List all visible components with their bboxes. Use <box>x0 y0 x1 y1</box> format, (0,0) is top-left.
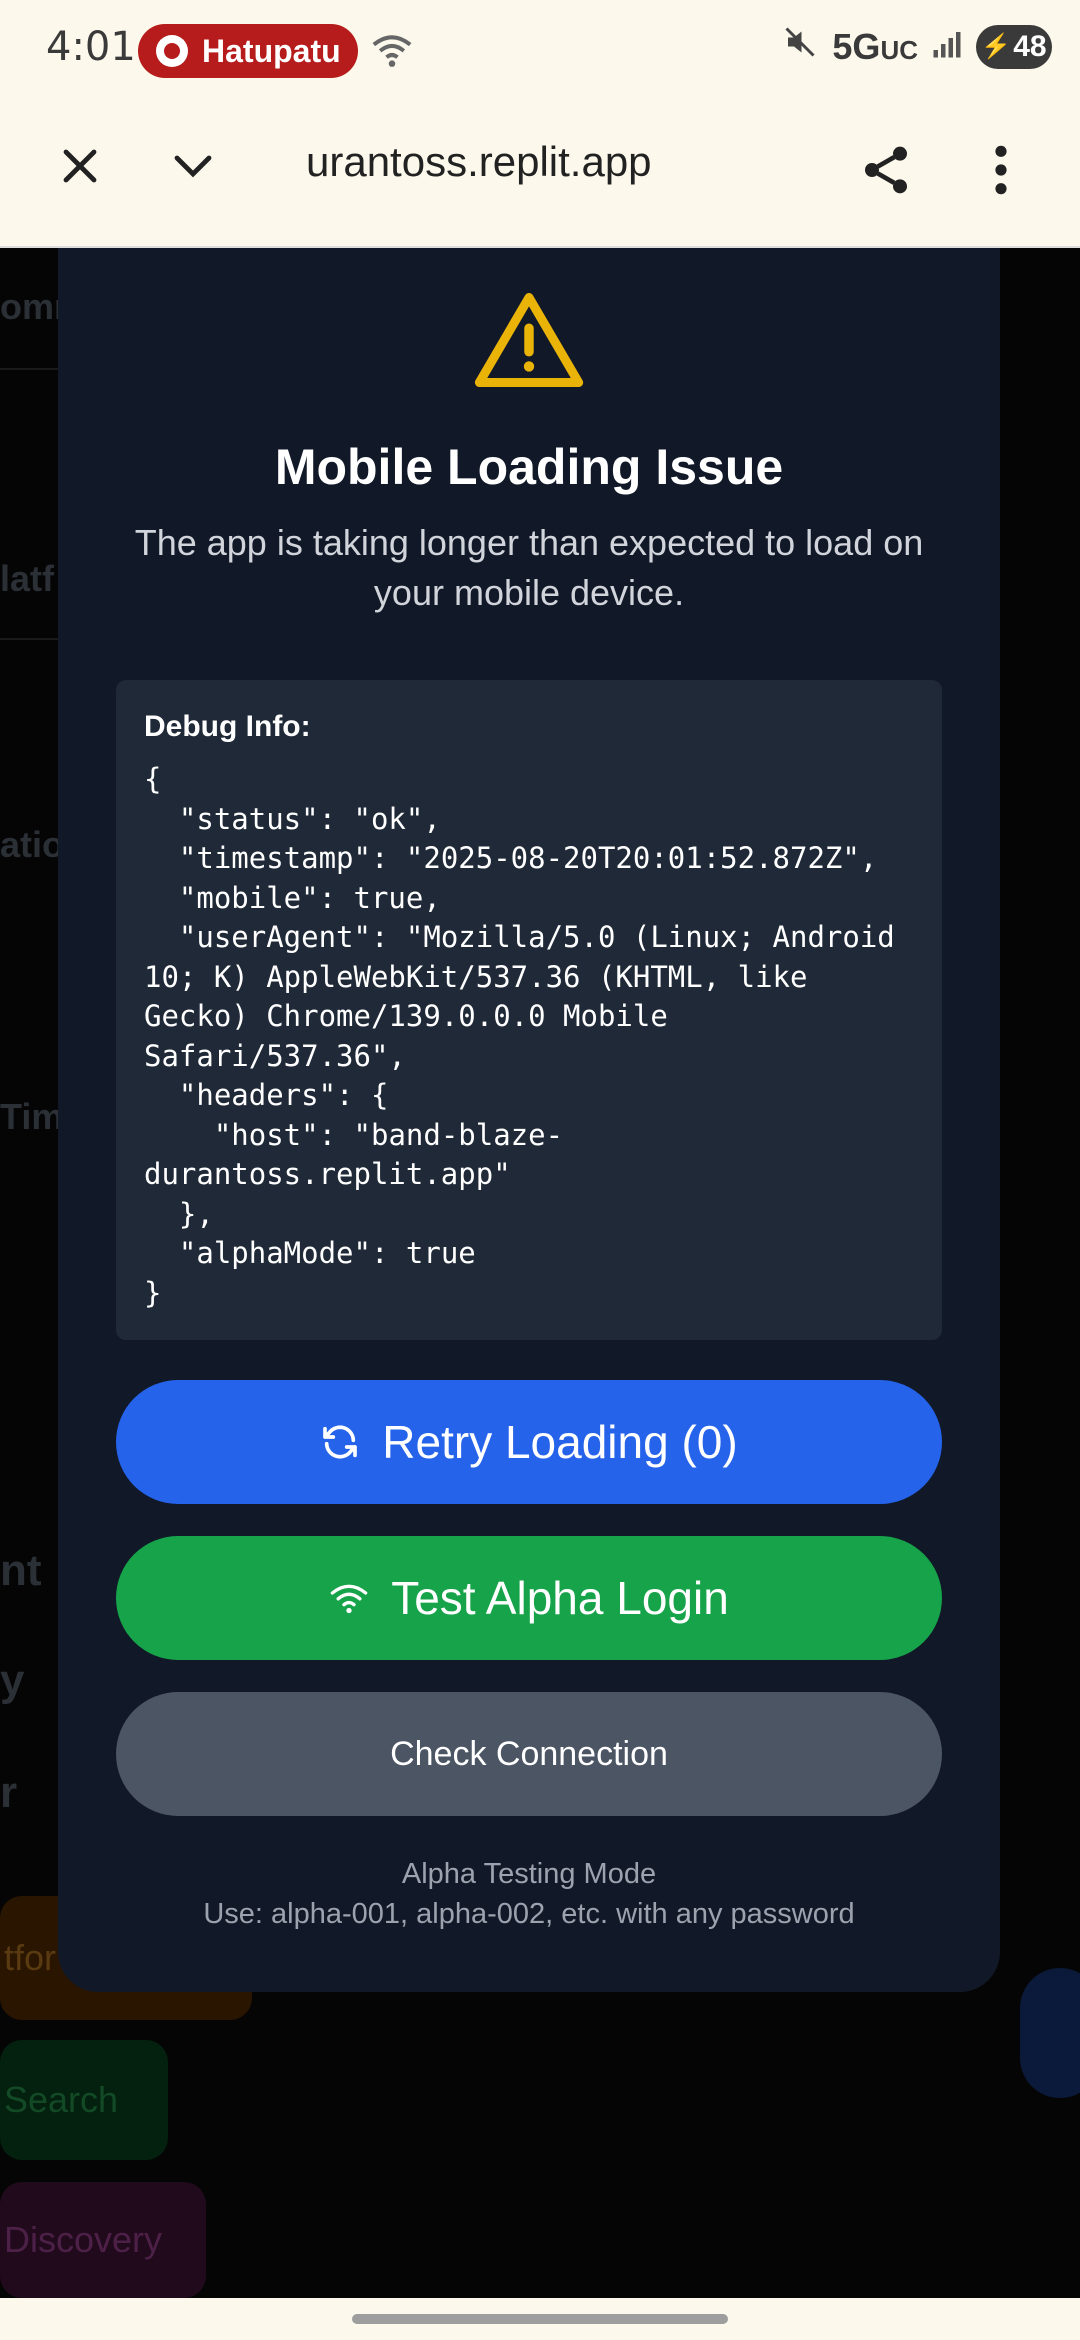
footer-mode-text: Alpha Testing Mode <box>401 1858 657 1890</box>
retry-loading-label: Retry Loading (0) <box>382 1416 738 1468</box>
debug-info-label: Debug Info: <box>144 710 311 743</box>
record-icon <box>156 35 188 67</box>
mute-icon <box>782 24 818 69</box>
check-connection-label: Check Connection <box>390 1734 668 1773</box>
battery-indicator: ⚡ 48 <box>976 24 1052 69</box>
status-bar: 4:01 Hatupatu 5GUC ⚡ 48 <box>0 0 1080 104</box>
debug-info-panel: Debug Info: { "status": "ok", "timestamp… <box>116 680 942 1340</box>
modal-title: Mobile Loading Issue <box>274 439 784 495</box>
loading-issue-modal: Mobile Loading Issue The app is taking l… <box>58 248 1000 1992</box>
clock: 4:01 <box>46 24 136 70</box>
recording-pill-label: Hatupatu <box>202 32 341 69</box>
test-alpha-login-label: Test Alpha Login <box>391 1572 729 1624</box>
wifi-status-icon <box>370 30 414 75</box>
status-right: 5GUC ⚡ 48 <box>782 24 1052 69</box>
url-bar[interactable]: urantoss.replit.app <box>306 138 652 186</box>
recording-pill[interactable]: Hatupatu <box>138 24 358 78</box>
close-icon[interactable] <box>56 142 104 195</box>
alpha-mode-footer: Alpha Testing Mode Use: alpha-001, alpha… <box>58 1854 1000 1934</box>
charging-icon: ⚡ <box>981 33 1012 60</box>
background-text: r <box>0 1768 18 1817</box>
background-pill: Search <box>0 2040 168 2160</box>
wifi-icon <box>329 1579 369 1617</box>
check-connection-button[interactable]: Check Connection <box>116 1692 942 1816</box>
more-options-icon[interactable] <box>986 142 1016 203</box>
background-text: atio <box>0 824 65 865</box>
signal-icon <box>932 26 962 68</box>
footer-usage-text: Use: alpha-001, alpha-002, etc. with any… <box>203 1898 855 1930</box>
share-icon[interactable] <box>858 142 914 203</box>
warning-icon <box>472 288 586 397</box>
battery-level: 48 <box>1013 29 1047 63</box>
debug-info-json: { "status": "ok", "timestamp": "2025-08-… <box>144 762 895 1310</box>
background-text: nt <box>0 1546 42 1595</box>
refresh-icon <box>320 1422 360 1462</box>
chevron-down-icon[interactable] <box>166 142 220 195</box>
browser-toolbar: urantoss.replit.app <box>0 104 1080 248</box>
background-text: Tim <box>0 1096 64 1137</box>
modal-description: The app is taking longer than expected t… <box>134 522 924 613</box>
retry-loading-button[interactable]: Retry Loading (0) <box>116 1380 942 1504</box>
background-pill: Discovery <box>0 2182 206 2298</box>
test-alpha-login-button[interactable]: Test Alpha Login <box>116 1536 942 1660</box>
background-floating-button <box>1020 1968 1080 2098</box>
background-text: latf <box>0 558 54 599</box>
system-navigation-bar <box>0 2298 1080 2340</box>
background-text: y <box>0 1656 25 1705</box>
gesture-handle[interactable] <box>352 2314 728 2324</box>
network-type: 5GUC <box>832 25 918 67</box>
